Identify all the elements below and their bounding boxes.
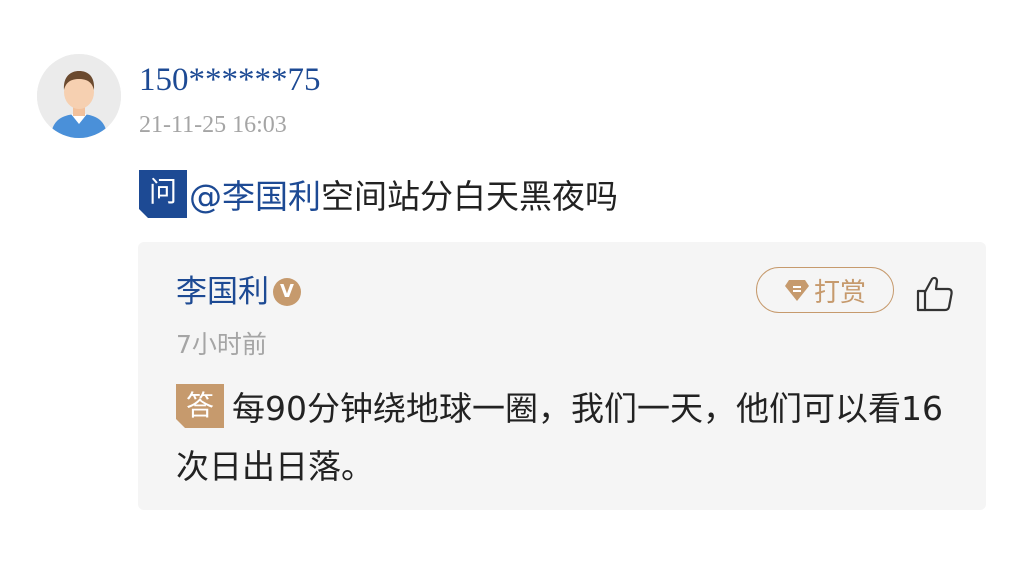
- answer-badge: 答: [176, 384, 224, 429]
- answer-body: 答每90分钟绕地球一圈，我们一天，他们可以看16次日出日落。: [176, 380, 946, 496]
- like-button[interactable]: [915, 274, 955, 314]
- tip-label: 打赏: [813, 277, 866, 308]
- answer-time: 7小时前: [176, 330, 267, 359]
- diamond-icon: [784, 280, 809, 301]
- default-male-avatar-icon: [37, 54, 121, 138]
- answerer-name[interactable]: 李国利: [176, 272, 269, 312]
- comment-timestamp: 21-11-25 16:03: [139, 112, 287, 138]
- thumbs-up-icon: [916, 276, 953, 312]
- answer-text: 每90分钟绕地球一圈，我们一天，他们可以看16次日出日落。: [176, 389, 943, 486]
- question-badge: 问: [139, 170, 187, 219]
- comment-page: 150******75 21-11-25 16:03 问 @李国利 空间站分白天…: [0, 0, 1023, 569]
- tip-button[interactable]: 打赏: [756, 267, 894, 313]
- user-avatar[interactable]: [37, 54, 121, 138]
- username[interactable]: 150******75: [139, 60, 321, 100]
- mention-link[interactable]: @李国利: [189, 170, 321, 218]
- answerer-info: 李国利 V: [176, 272, 301, 312]
- question-text: 空间站分白天黑夜吗: [321, 177, 618, 216]
- question-row: 问 @李国利 空间站分白天黑夜吗: [139, 170, 618, 219]
- answer-card: 李国利 V 7小时前 打赏 答每90分钟绕地球一圈，我们一天，他们可以看16次日…: [138, 242, 986, 510]
- verified-icon: V: [273, 278, 301, 306]
